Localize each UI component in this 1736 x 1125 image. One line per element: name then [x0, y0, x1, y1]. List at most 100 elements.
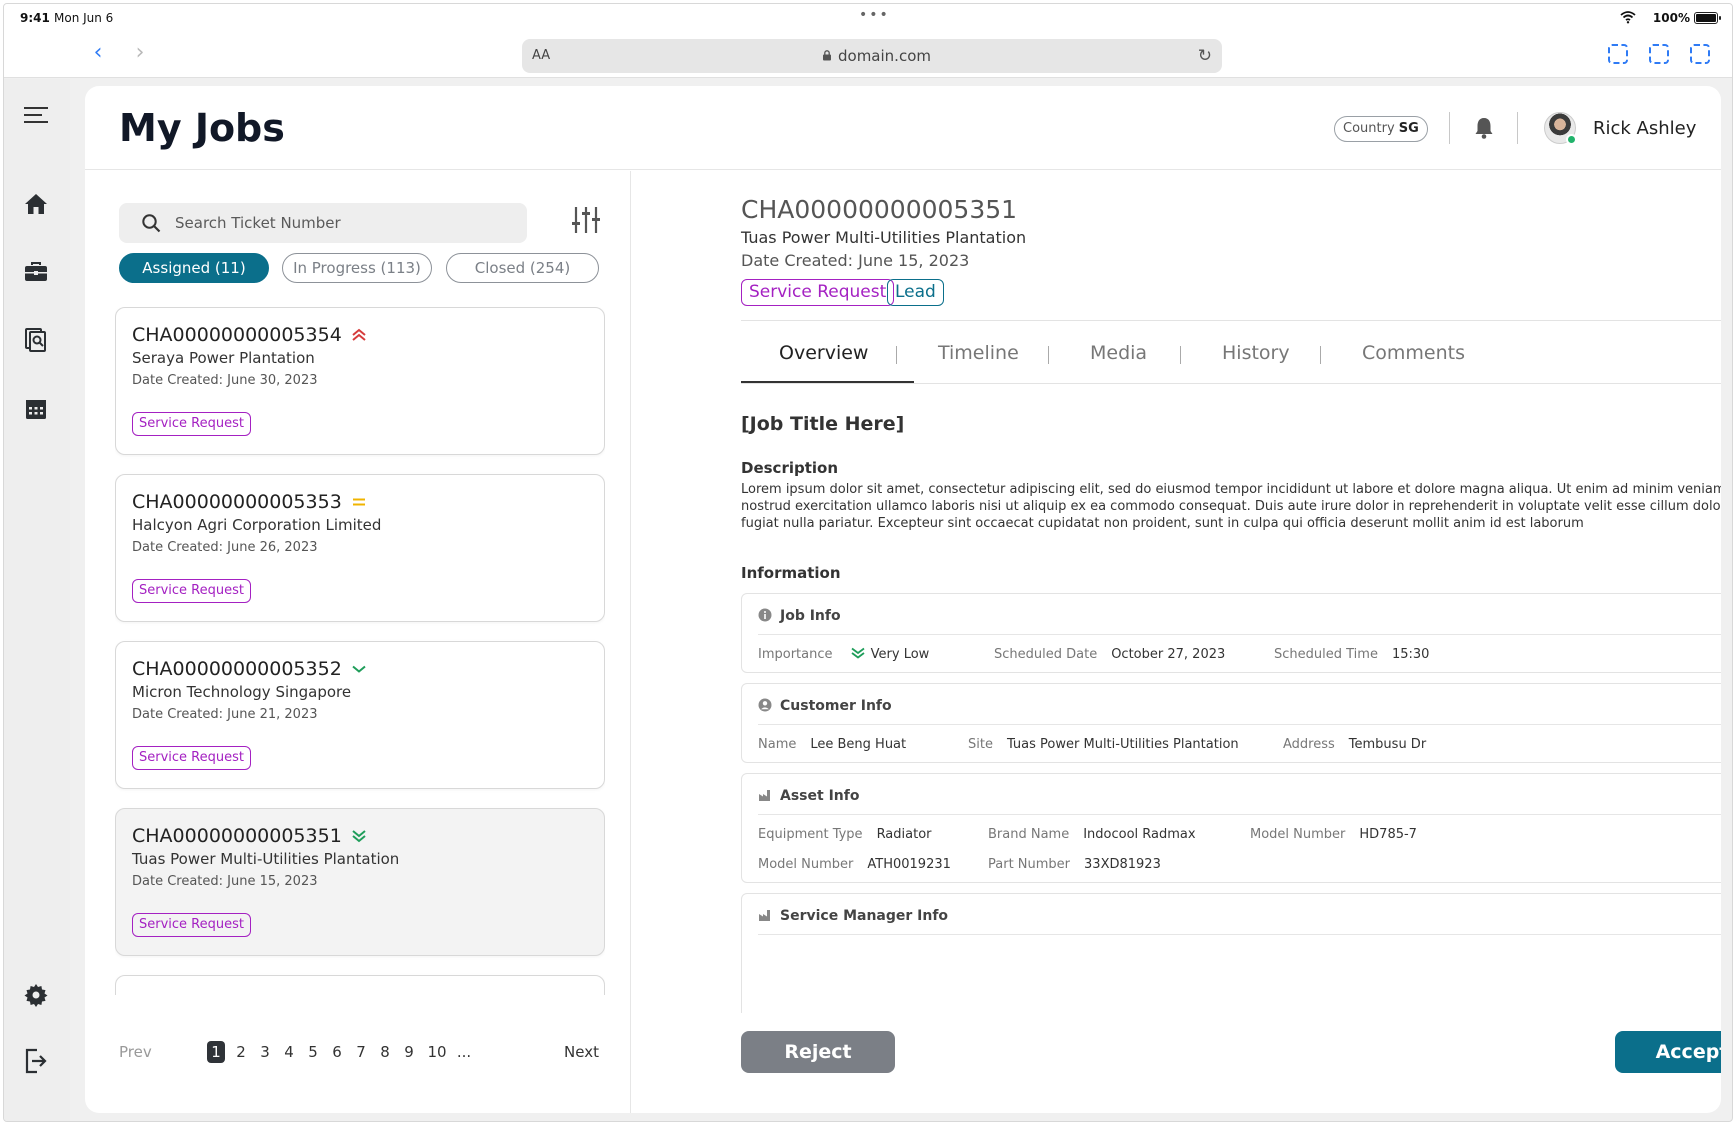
- page-5[interactable]: 5: [304, 1043, 322, 1061]
- tablet-frame: 9:41 Mon Jun 6 ••• 100% ‹ › AA domain.co…: [3, 3, 1733, 1122]
- filter-sliders-icon[interactable]: [571, 205, 601, 235]
- back-icon[interactable]: ‹: [86, 42, 110, 66]
- job-card[interactable]: CHA00000000005350: [115, 975, 605, 995]
- search-box[interactable]: [119, 203, 527, 243]
- priority-medium-icon: [350, 994, 368, 995]
- tab-media[interactable]: Media: [1090, 342, 1147, 364]
- customer-info-header: Customer Info: [758, 698, 892, 718]
- calendar-icon[interactable]: [22, 395, 50, 423]
- detail-job-id: CHA00000000005351: [741, 195, 1018, 224]
- share-icon[interactable]: [1608, 44, 1628, 64]
- job-card[interactable]: CHA00000000005352 Micron Technology Sing…: [115, 641, 605, 789]
- priority-very-low-icon: [851, 647, 865, 659]
- importance-field: Importance Very Low: [758, 647, 929, 662]
- multitasking-dots-icon[interactable]: •••: [859, 7, 890, 23]
- header-divider: [1517, 112, 1518, 144]
- name-value: Lee Beng Huat: [810, 737, 907, 752]
- equipment-type-field: Equipment Type Radiator: [758, 827, 932, 842]
- forward-icon[interactable]: ›: [128, 42, 152, 66]
- job-info-title: Job Info: [780, 608, 841, 624]
- reject-button[interactable]: Reject: [741, 1031, 895, 1073]
- model-number-field: Model Number ATH0019231: [758, 857, 951, 872]
- detail-date: Date Created: June 15, 2023: [741, 251, 970, 270]
- priority-low-icon: [352, 665, 366, 673]
- page-title: My Jobs: [119, 106, 285, 150]
- new-tab-icon[interactable]: [1649, 44, 1669, 64]
- job-card[interactable]: CHA00000000005353 Halcyon Agri Corporati…: [115, 474, 605, 622]
- overview-content[interactable]: [Job Title Here] Description Lorem ipsum…: [632, 386, 1721, 1013]
- job-card[interactable]: CHA00000000005354 Seraya Power Plantatio…: [115, 307, 605, 455]
- page-2[interactable]: 2: [232, 1043, 250, 1061]
- battery-percent: 100%: [1652, 11, 1690, 25]
- document-search-icon[interactable]: [22, 326, 50, 354]
- home-icon[interactable]: [22, 190, 50, 218]
- job-card-selected[interactable]: CHA00000000005351 Tuas Power Multi-Utili…: [115, 808, 605, 956]
- user-name[interactable]: Rick Ashley: [1593, 118, 1696, 139]
- bell-icon[interactable]: [1473, 116, 1495, 140]
- part-number-field: Part Number 33XD81923: [988, 857, 1161, 872]
- job-list[interactable]: CHA00000000005354 Seraya Power Plantatio…: [115, 307, 605, 995]
- header-divider: [1449, 112, 1450, 144]
- address-value: Tembusu Dr: [1348, 737, 1427, 752]
- gear-icon[interactable]: [22, 981, 50, 1009]
- tab-history[interactable]: History: [1222, 342, 1290, 364]
- filter-assigned[interactable]: Assigned (11): [119, 253, 269, 283]
- model-number-value: ATH0019231: [867, 857, 951, 872]
- divider: [758, 934, 1721, 935]
- filter-in-progress[interactable]: In Progress (113): [282, 253, 432, 283]
- prev-page-button[interactable]: Prev: [119, 1043, 152, 1061]
- detail-site: Tuas Power Multi-Utilities Plantation: [741, 228, 1027, 247]
- status-time: 9:41: [20, 11, 50, 25]
- customer-info-title: Customer Info: [780, 698, 892, 714]
- page-4[interactable]: 4: [280, 1043, 298, 1061]
- reader-aa-button[interactable]: AA: [532, 48, 550, 63]
- importance-label: Importance: [758, 647, 833, 662]
- country-code: SG: [1398, 121, 1419, 136]
- accept-button[interactable]: Accept: [1615, 1031, 1721, 1073]
- factory-icon: [759, 790, 770, 801]
- asset-info-title: Asset Info: [780, 788, 860, 804]
- service-request-tag: Service Request: [132, 746, 251, 770]
- job-site: Halcyon Agri Corporation Limited: [132, 516, 382, 534]
- country-selector[interactable]: Country SG: [1334, 116, 1428, 142]
- page-1[interactable]: 1: [207, 1041, 225, 1063]
- address-bar[interactable]: AA domain.com ↻: [522, 39, 1222, 73]
- page-3[interactable]: 3: [256, 1043, 274, 1061]
- description-heading: Description: [741, 459, 839, 477]
- tab-separator: [896, 346, 897, 364]
- user-circle-icon: [758, 698, 772, 712]
- site-label: Site: [968, 737, 993, 752]
- page-6[interactable]: 6: [328, 1043, 346, 1061]
- detail-tabs: Overview Timeline Media History Comments: [741, 320, 1721, 384]
- briefcase-icon[interactable]: [22, 258, 50, 286]
- side-navigation: [4, 79, 70, 1121]
- priority-very-low-icon: [352, 830, 366, 843]
- tab-overview[interactable]: Overview: [779, 342, 868, 364]
- page-header: My Jobs Country SG Rick Ashley: [85, 86, 1721, 170]
- job-date: Date Created: June 15, 2023: [132, 874, 318, 889]
- site-value: Tuas Power Multi-Utilities Plantation: [1006, 737, 1239, 752]
- asset-info-card: Asset Info Equipment Type Radiator Brand …: [741, 773, 1721, 883]
- page-9[interactable]: 9: [400, 1043, 418, 1061]
- job-date: Date Created: June 21, 2023: [132, 707, 318, 722]
- priority-high-icon: [352, 328, 366, 341]
- next-page-button[interactable]: Next: [564, 1043, 599, 1061]
- brand-name-field: Brand Name Indocool Radmax: [988, 827, 1196, 842]
- logout-icon[interactable]: [22, 1047, 50, 1075]
- tab-comments[interactable]: Comments: [1362, 342, 1465, 364]
- page-8[interactable]: 8: [376, 1043, 394, 1061]
- tab-timeline[interactable]: Timeline: [938, 342, 1019, 364]
- reload-icon[interactable]: ↻: [1198, 46, 1212, 66]
- url-text: domain.com: [838, 47, 931, 65]
- page-7[interactable]: 7: [352, 1043, 370, 1061]
- job-site: Seraya Power Plantation: [132, 349, 315, 367]
- divider: [758, 814, 1721, 815]
- job-info-card: Job Info Importance Very Low Scheduled D…: [741, 593, 1721, 673]
- page-10[interactable]: 10: [424, 1043, 450, 1061]
- filter-closed[interactable]: Closed (254): [446, 253, 599, 283]
- search-input[interactable]: [175, 203, 515, 243]
- avatar[interactable]: [1544, 112, 1577, 145]
- menu-icon[interactable]: [22, 101, 50, 129]
- browser-toolbar: ‹ › AA domain.com ↻: [4, 32, 1732, 78]
- tabs-overview-icon[interactable]: [1690, 44, 1710, 64]
